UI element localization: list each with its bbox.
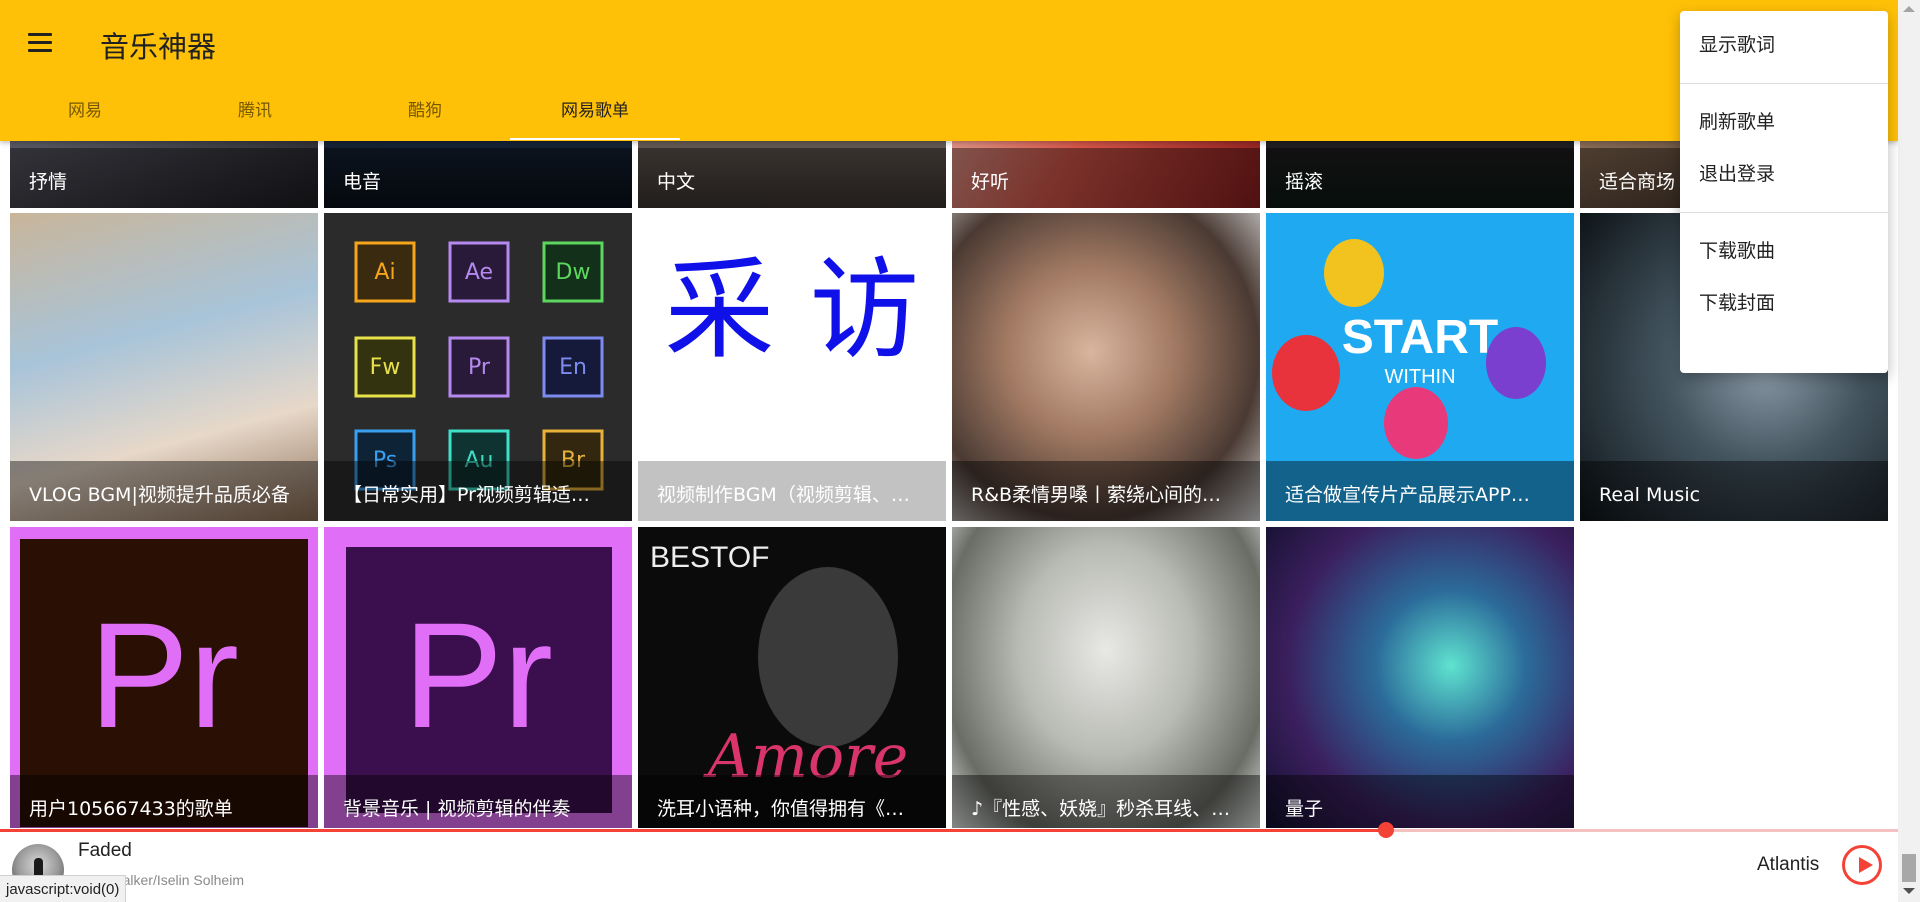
menu-item-show-lyrics[interactable]: 显示歌词: [1680, 19, 1888, 71]
menu-item-logout[interactable]: 退出登录: [1680, 148, 1888, 200]
svg-text:En: En: [559, 355, 587, 380]
svg-text:Fw: Fw: [370, 355, 401, 380]
app-bar: 音乐神器 网易 腾讯 酷狗 网易歌单: [0, 0, 1898, 141]
playlist-title: 用户105667433的歌单: [29, 798, 233, 820]
next-song-title: Atlantis: [1757, 854, 1820, 875]
playback-progress-bar[interactable]: [0, 822, 1898, 838]
svg-text:采 访: 采 访: [665, 246, 920, 374]
svg-text:Pr: Pr: [89, 591, 239, 759]
svg-text:Dw: Dw: [556, 260, 591, 285]
player-bar: Faded Alan Walker/Iselin Solheim Atlanti…: [0, 832, 1898, 902]
playlist-title: 电音: [343, 171, 382, 193]
menu-icon[interactable]: [18, 22, 62, 62]
scrollbar[interactable]: [1898, 0, 1920, 902]
playlist-tile[interactable]: 量子: [1266, 527, 1574, 828]
playlist-tile[interactable]: Pr 背景音乐 | 视频剪辑的伴奏: [324, 527, 632, 828]
app-title: 音乐神器: [100, 30, 217, 64]
svg-text:Pr: Pr: [468, 355, 491, 380]
tab-netease[interactable]: 网易: [0, 90, 170, 141]
playlist-title: Real Music: [1599, 484, 1701, 506]
playlist-title: 抒情: [29, 171, 68, 193]
playlist-tile[interactable]: Ai Ae Dw Fw Pr En Ps Au Br 【日常实用】Pr视频剪辑适…: [324, 213, 632, 521]
playlist-title: 【日常实用】Pr视频剪辑适…: [343, 484, 590, 506]
scroll-up-icon[interactable]: [1903, 6, 1915, 12]
svg-text:Ai: Ai: [374, 260, 395, 285]
tab-kugou[interactable]: 酷狗: [340, 90, 510, 141]
playlist-title: 摇滚: [1285, 171, 1324, 193]
scrollbar-thumb[interactable]: [1902, 854, 1916, 882]
playlist-title: 洗耳小语种，你值得拥有《…: [657, 798, 905, 820]
menu-divider: [1680, 83, 1888, 84]
playlist-title: 中文: [657, 171, 696, 193]
svg-text:Pr: Pr: [403, 591, 553, 759]
play-icon[interactable]: [1842, 845, 1882, 885]
playlist-title: ♪『性感、妖娆』秒杀耳线、…: [971, 798, 1231, 820]
progress-thumb[interactable]: [1377, 822, 1394, 838]
app-root: 抒情 电音 中文 好听 摇滚 适合商场 VLOG BGM|视频提升品质必备 Ai…: [0, 0, 1920, 902]
svg-text:Ae: Ae: [465, 260, 493, 285]
scroll-down-icon[interactable]: [1903, 888, 1915, 894]
playlist-tile[interactable]: START WITHIN 适合做宣传片产品展示APP…: [1266, 213, 1574, 521]
svg-text:BESTOF: BESTOF: [650, 541, 769, 574]
overflow-menu: 显示歌词 刷新歌单 退出登录 下载歌曲 下载封面: [1680, 11, 1888, 373]
menu-item-refresh-playlist[interactable]: 刷新歌单: [1680, 96, 1888, 148]
playlist-title: 背景音乐 | 视频剪辑的伴奏: [343, 798, 571, 820]
playlist-title: 好听: [971, 171, 1010, 193]
playlist-title: VLOG BGM|视频提升品质必备: [29, 484, 290, 506]
tab-tencent[interactable]: 腾讯: [170, 90, 340, 141]
menu-divider: [1680, 212, 1888, 213]
playlist-tile[interactable]: ♪『性感、妖娆』秒杀耳线、…: [952, 527, 1260, 828]
playlist-tile[interactable]: R&B柔情男嗓丨萦绕心间的…: [952, 213, 1260, 521]
playlist-tile[interactable]: VLOG BGM|视频提升品质必备: [10, 213, 318, 521]
status-bar-link: javascript:void(0): [0, 875, 127, 902]
playlist-tile[interactable]: BESTOF Amore 洗耳小语种，你值得拥有《…: [638, 527, 946, 828]
menu-item-download-song[interactable]: 下载歌曲: [1680, 225, 1888, 277]
svg-text:WITHIN: WITHIN: [1384, 366, 1455, 388]
source-tabs: 网易 腾讯 酷狗 网易歌单: [0, 90, 680, 141]
progress-fill: [0, 829, 1386, 832]
tab-netease-playlists[interactable]: 网易歌单: [510, 90, 680, 141]
current-song-title: Faded: [78, 840, 132, 861]
playlist-title: 量子: [1285, 798, 1324, 820]
playlist-tile[interactable]: 采 访 视频制作BGM（视频剪辑、…: [638, 213, 946, 521]
menu-item-download-cover[interactable]: 下载封面: [1680, 277, 1888, 329]
playlist-title: 适合做宣传片产品展示APP…: [1285, 484, 1530, 506]
playlist-tile[interactable]: Pr 用户105667433的歌单: [10, 527, 318, 828]
playlist-title: R&B柔情男嗓丨萦绕心间的…: [971, 484, 1222, 506]
svg-text:START: START: [1342, 311, 1498, 364]
playlist-title: 视频制作BGM（视频剪辑、…: [657, 484, 910, 506]
